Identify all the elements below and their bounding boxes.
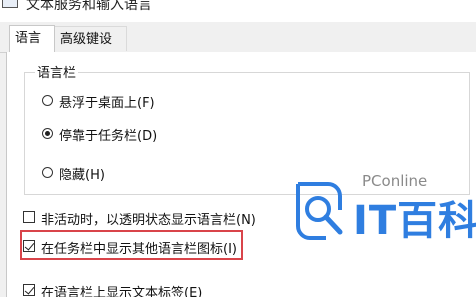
checkbox[interactable] (23, 284, 35, 296)
watermark: PConline IT百科 (288, 170, 476, 250)
radio-button[interactable] (42, 128, 53, 139)
radio-label: 悬浮于桌面上(F) (59, 96, 155, 111)
radio-selected-dot (45, 131, 50, 136)
dialog-window: 文本服务和输入语言 语言栏 高级键设置 语言栏 悬浮于桌面上(F) 停靠于任务栏… (0, 0, 476, 297)
window-title: 文本服务和输入语言 (26, 0, 152, 13)
radio-label: 隐藏(H) (59, 168, 105, 183)
checkbox[interactable] (23, 211, 35, 223)
tab-strip: 语言栏 高级键设置 (0, 25, 476, 72)
radio-label: 停靠于任务栏(D) (59, 129, 158, 144)
magnifier-logo-icon (296, 182, 343, 240)
tab-advanced-key-settings[interactable]: 高级键设置 (55, 26, 127, 72)
window-icon (2, 0, 18, 8)
radio-button[interactable] (42, 167, 53, 178)
watermark-brand-large: IT百科 (353, 198, 476, 244)
radio-button[interactable] (42, 95, 53, 106)
title-bar: 文本服务和输入语言 (0, 0, 476, 22)
checkbox-label: 在语言栏上显示文本标签(E) (41, 286, 203, 297)
checkbox-label: 非活动时，以透明状态显示语言栏(N) (41, 213, 256, 228)
tab-language-bar[interactable]: 语言栏 (9, 25, 55, 71)
checkmark-icon (24, 284, 35, 295)
highlight-annotation (20, 230, 243, 260)
groupbox-label: 语言栏 (35, 62, 79, 81)
